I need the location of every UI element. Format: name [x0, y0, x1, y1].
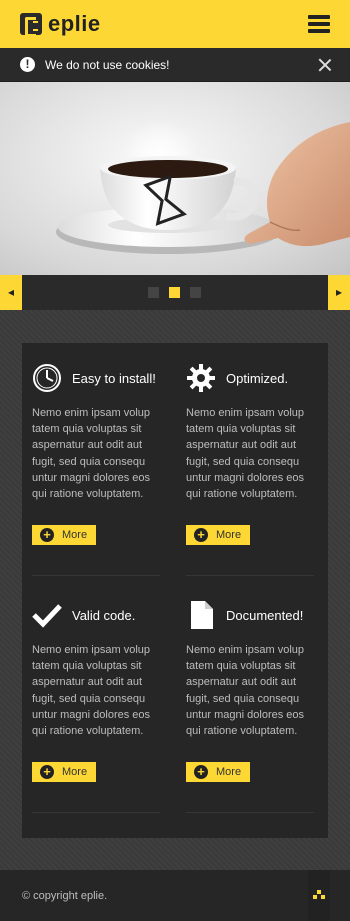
feature-description: Nemo enim ipsam volup tatem quia volupta…	[186, 407, 305, 501]
features-panel: Easy to install! Nemo enim ipsam volup t…	[22, 343, 328, 838]
feature-title: Optimized.	[226, 370, 289, 386]
feature-title: Valid code.	[72, 607, 136, 623]
feature-documented: Documented! Nemo enim ipsam volup tatem …	[186, 600, 314, 739]
clock-icon	[33, 364, 61, 392]
logo-mark-icon	[20, 13, 42, 37]
divider	[32, 575, 160, 576]
feature-description: Nemo enim ipsam volup tatem quia volupta…	[32, 407, 151, 501]
slide-dot-1[interactable]	[148, 287, 159, 298]
feature-title: Documented!	[226, 607, 304, 623]
more-label: More	[216, 529, 242, 541]
cookie-message: We do not use cookies!	[45, 57, 170, 72]
arrow-right-icon[interactable]: ▸	[328, 275, 350, 310]
hero-slider-image	[0, 82, 350, 275]
hamburger-icon[interactable]	[308, 15, 330, 33]
slide-dot-3[interactable]	[190, 287, 201, 298]
divider	[32, 812, 160, 813]
arrow-left-icon[interactable]: ◂	[0, 275, 22, 310]
feature-description: Nemo enim ipsam volup tatem quia volupta…	[186, 644, 305, 738]
plus-icon: +	[194, 528, 208, 542]
info-icon: !	[20, 57, 35, 72]
divider	[186, 812, 314, 813]
document-icon	[191, 601, 213, 629]
scroll-top-icon[interactable]	[308, 870, 330, 921]
feature-valid-code: Valid code. Nemo enim ipsam volup tatem …	[32, 600, 160, 739]
feature-title: Easy to install!	[72, 370, 156, 386]
close-icon[interactable]	[314, 54, 336, 76]
logo[interactable]: eplie	[20, 11, 101, 37]
footer: © copyright eplie.	[0, 870, 350, 921]
feature-optimized: Optimized. Nemo enim ipsam volup tatem q…	[186, 363, 314, 502]
more-label: More	[62, 529, 88, 541]
slider-dots	[148, 287, 201, 298]
slider-navigation: ◂ ▸	[0, 275, 350, 310]
plus-icon: +	[40, 765, 54, 779]
cookie-notice: ! We do not use cookies!	[0, 48, 350, 82]
logo-text: eplie	[48, 11, 101, 36]
feature-easy-install: Easy to install! Nemo enim ipsam volup t…	[32, 363, 160, 502]
more-label: More	[62, 766, 88, 778]
gear-icon	[187, 364, 215, 392]
plus-icon: +	[194, 765, 208, 779]
copyright-text: © copyright eplie.	[22, 889, 108, 902]
divider	[186, 575, 314, 576]
more-button[interactable]: + More	[186, 762, 250, 782]
coffee-cup-photo	[56, 120, 350, 254]
more-button[interactable]: + More	[186, 525, 250, 545]
more-button[interactable]: + More	[32, 762, 96, 782]
checkmark-icon	[32, 604, 62, 628]
plus-icon: +	[40, 528, 54, 542]
more-label: More	[216, 766, 242, 778]
more-button[interactable]: + More	[32, 525, 96, 545]
slide-dot-2[interactable]	[169, 287, 180, 298]
header: eplie	[0, 0, 350, 48]
feature-description: Nemo enim ipsam volup tatem quia volupta…	[32, 644, 151, 738]
